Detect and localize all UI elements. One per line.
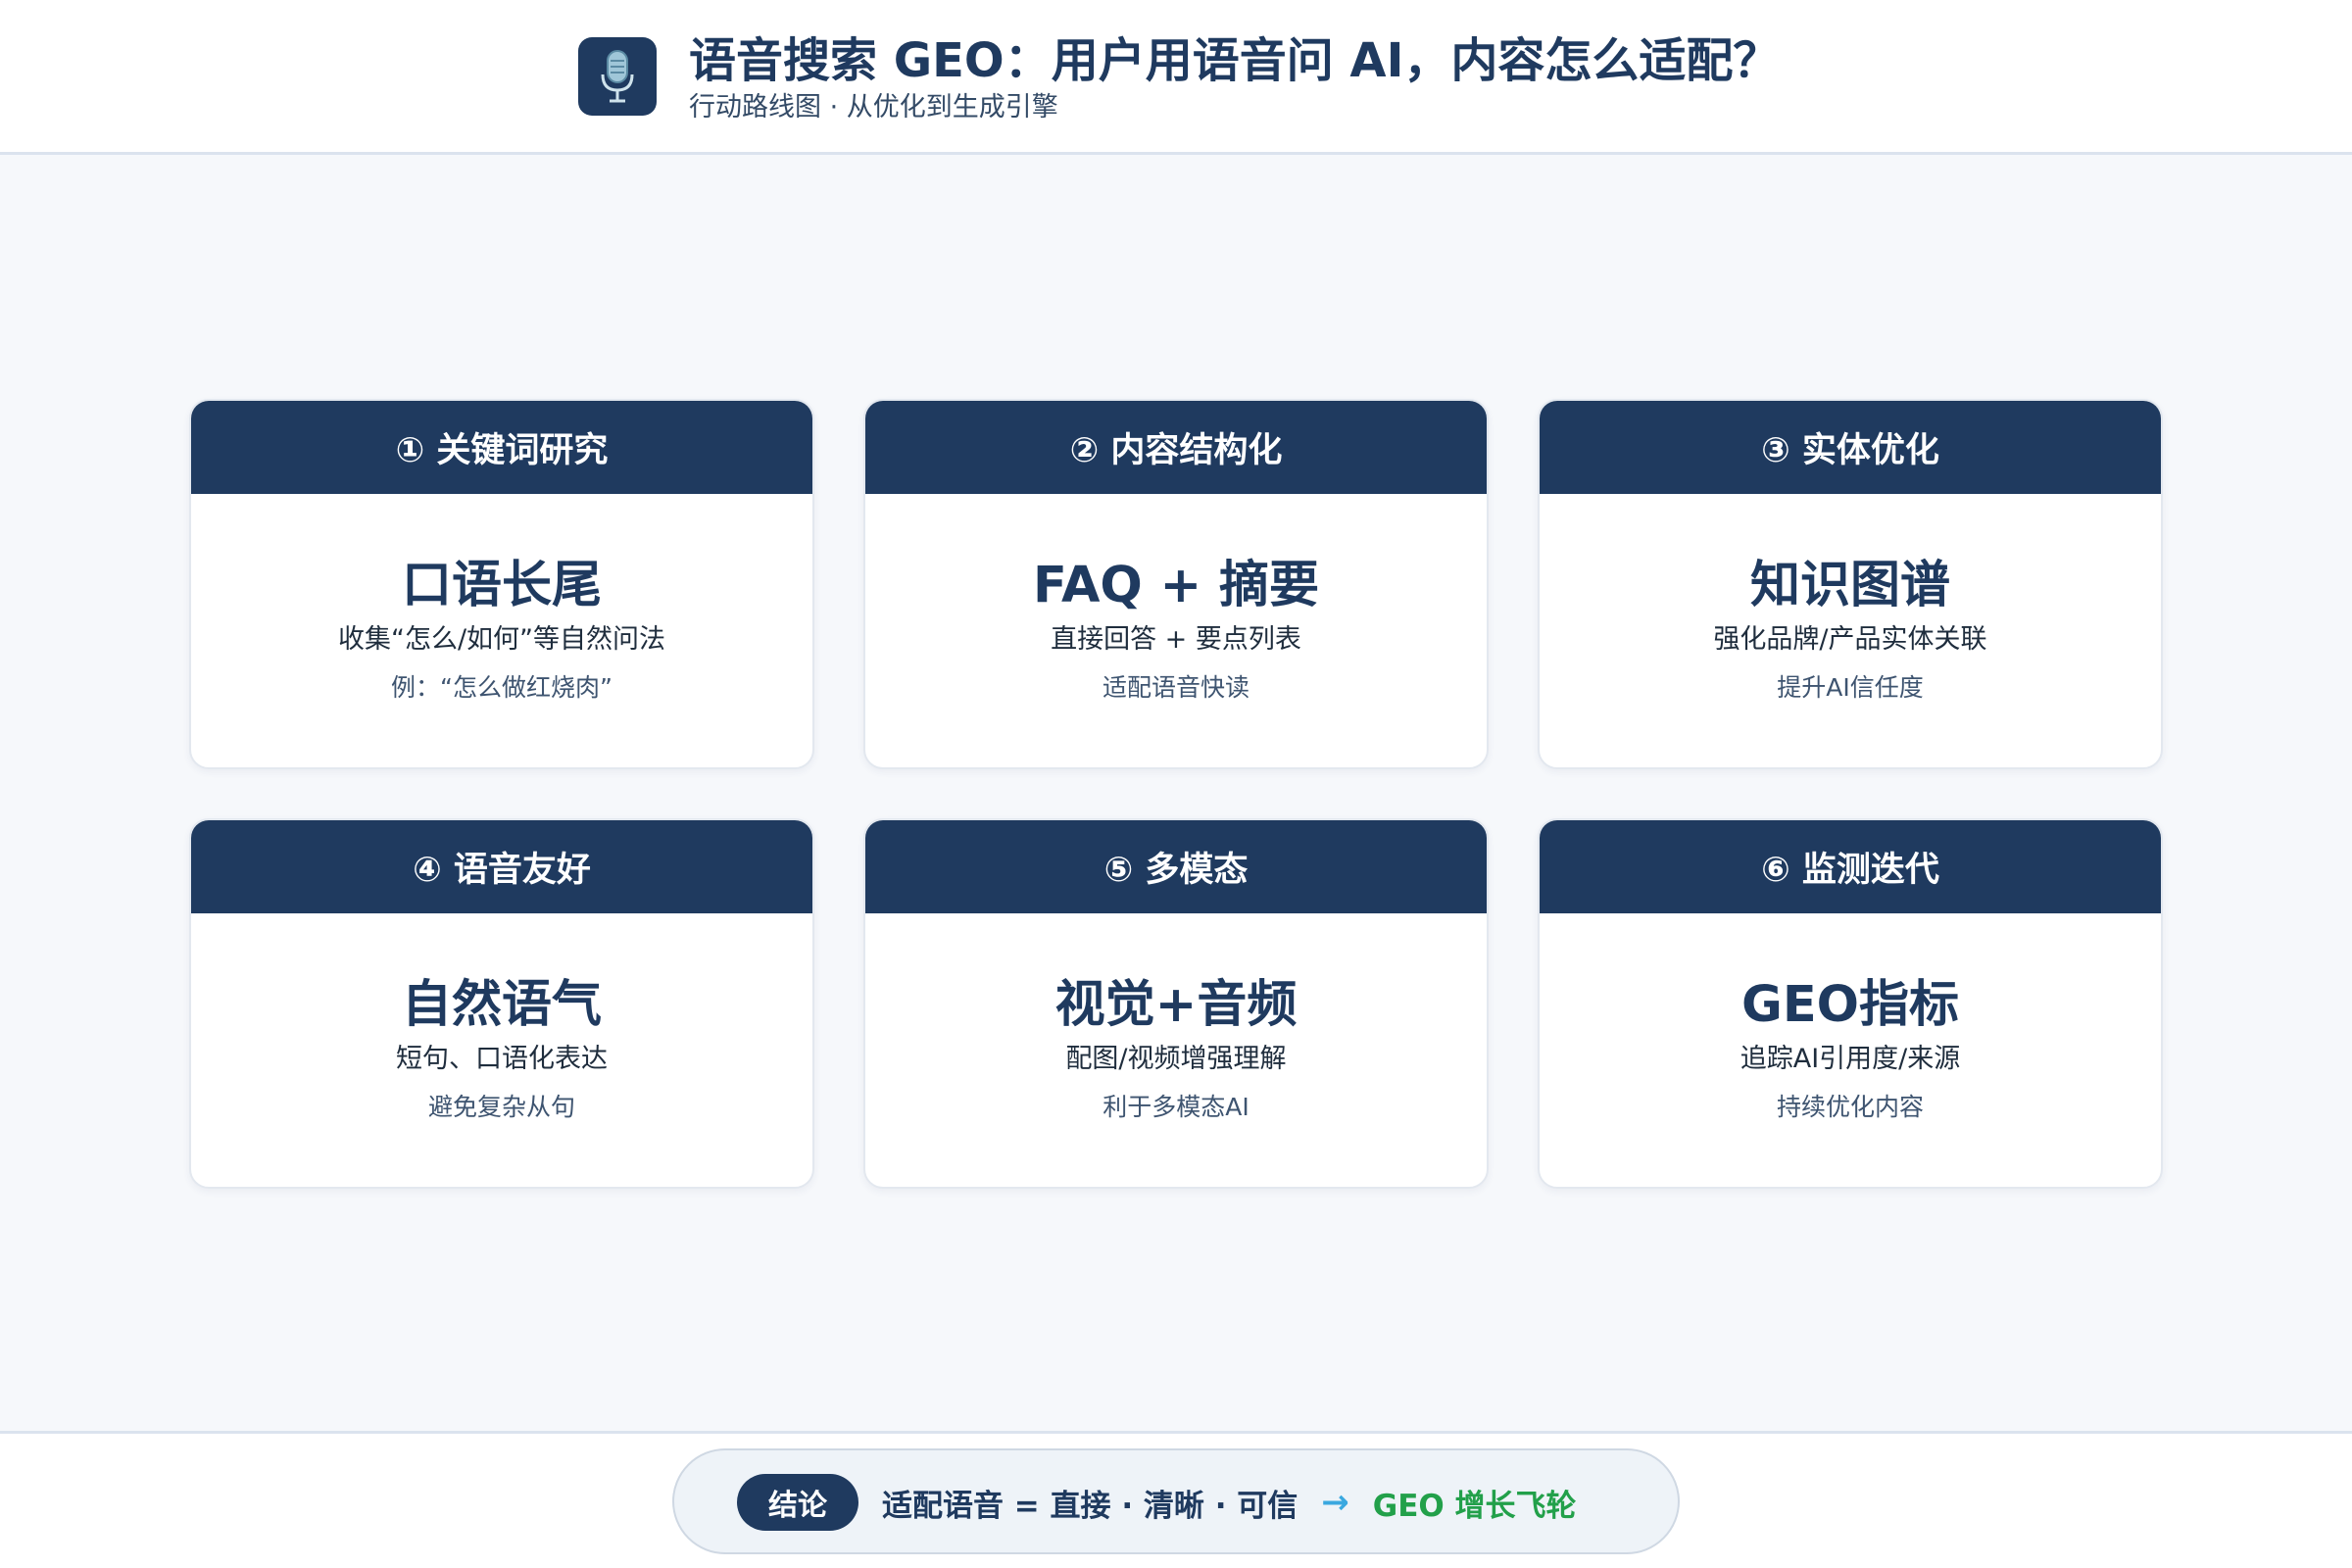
card-note: 利于多模态AI (1102, 1093, 1250, 1121)
conclusion-result: GEO 增长飞轮 (1372, 1488, 1577, 1524)
card-note: 避免复杂从句 (427, 1093, 575, 1121)
card-description: 追踪AI引用度/来源 (1740, 1044, 1961, 1074)
card-headline: GEO指标 (1740, 976, 1960, 1034)
header: 语音搜索 GEO：用户用语音问 AI，内容怎么适配？ 行动路线图 · 从优化到生… (0, 0, 2352, 155)
conclusion-text: 适配语音 = 直接 · 清晰 · 可信 (882, 1488, 1298, 1524)
step-card-entity-optimization: ③ 实体优化 知识图谱 强化品牌/产品实体关联 提升AI信任度 (1538, 399, 2163, 769)
card-headline: 知识图谱 (1749, 557, 1950, 614)
step-card-content-structure: ② 内容结构化 FAQ + 摘要 直接回答 + 要点列表 适配语音快读 (863, 399, 1489, 769)
card-note: 提升AI信任度 (1777, 673, 1924, 702)
card-header: ⑤ 多模态 (865, 820, 1487, 913)
arrow-right-icon: → (1321, 1483, 1349, 1522)
step-card-monitoring: ⑥ 监测迭代 GEO指标 追踪AI引用度/来源 持续优化内容 (1538, 818, 2163, 1189)
card-description: 收集“怎么/如何”等自然问法 (337, 624, 666, 655)
card-headline: 视觉+音频 (1054, 976, 1298, 1034)
step-card-voice-friendly: ④ 语音友好 自然语气 短句、口语化表达 避免复杂从句 (189, 818, 814, 1189)
card-headline: 口语长尾 (401, 557, 602, 614)
card-header: ① 关键词研究 (191, 401, 812, 494)
card-note: 例：“怎么做红烧肉” (391, 673, 612, 702)
step-card-multimodal: ⑤ 多模态 视觉+音频 配图/视频增强理解 利于多模态AI (863, 818, 1489, 1189)
card-note: 适配语音快读 (1102, 673, 1250, 702)
card-description: 直接回答 + 要点列表 (1051, 624, 1301, 655)
step-card-keyword-research: ① 关键词研究 口语长尾 收集“怎么/如何”等自然问法 例：“怎么做红烧肉” (189, 399, 814, 769)
card-header: ⑥ 监测迭代 (1540, 820, 2161, 913)
conclusion-badge: 结论 (737, 1474, 858, 1531)
microphone-icon (578, 37, 657, 116)
card-headline: 自然语气 (401, 976, 602, 1034)
conclusion-text-row: 适配语音 = 直接 · 清晰 · 可信 → GEO 增长飞轮 (882, 1478, 1577, 1527)
card-header: ③ 实体优化 (1540, 401, 2161, 494)
card-note: 持续优化内容 (1776, 1093, 1924, 1121)
card-description: 短句、口语化表达 (396, 1044, 608, 1074)
card-description: 强化品牌/产品实体关联 (1713, 624, 1987, 655)
page-subtitle: 行动路线图 · 从优化到生成引擎 (689, 92, 1058, 122)
page-title: 语音搜索 GEO：用户用语音问 AI，内容怎么适配？ (689, 33, 1781, 88)
card-description: 配图/视频增强理解 (1065, 1044, 1287, 1074)
card-header: ④ 语音友好 (191, 820, 812, 913)
card-header: ② 内容结构化 (865, 401, 1487, 494)
card-headline: FAQ + 摘要 (1032, 557, 1320, 614)
